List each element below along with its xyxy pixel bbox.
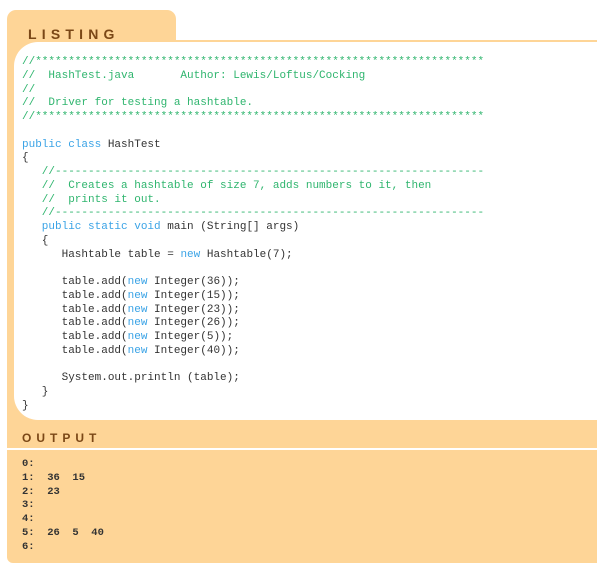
code-block: //**************************************… (14, 42, 597, 420)
code-text: table.add( (22, 289, 128, 302)
code-text: main (String[] args) (167, 221, 300, 233)
code-comment: //--------------------------------------… (22, 207, 485, 220)
output-title: OUTPUT (22, 431, 102, 445)
code-line: table.add(new Integer(15)); (22, 290, 484, 304)
code-comment: // Creates a hashtable of size 7, adds n… (22, 179, 432, 192)
code-line: //**************************************… (22, 111, 484, 125)
output-line: 2: 23 (22, 485, 60, 498)
code-text: Integer(36)); (154, 276, 240, 288)
code-text: table.add( (22, 303, 128, 316)
code-text: Integer(40)); (154, 344, 240, 357)
code-keyword: new (127, 289, 155, 302)
code-line: public class HashTest (22, 139, 484, 153)
code-keyword: new (127, 276, 155, 288)
code-comment: // HashTest.java Author: Lewis/Loftus/Co… (22, 69, 366, 82)
code-line: // (22, 84, 484, 98)
code-comment: //**************************************… (22, 111, 485, 123)
output-header: OUTPUT (7, 428, 597, 448)
code-line: //--------------------------------------… (22, 207, 484, 221)
code-text: } (22, 399, 29, 412)
code-keyword: new (180, 248, 207, 261)
code-keyword: new (127, 303, 155, 316)
code-line: table.add(new Integer(36)); (22, 276, 484, 290)
code-keyword: new (127, 344, 155, 357)
code-line: { (22, 235, 484, 249)
code-text: table.add( (22, 276, 128, 288)
code-line: table.add(new Integer(26)); (22, 317, 484, 331)
code-text: Hashtable table = (22, 248, 181, 261)
code-text: table.add( (22, 317, 128, 330)
code-line: } (22, 400, 484, 414)
output-line: 1: 36 15 (22, 471, 86, 484)
code-line: } (22, 386, 484, 400)
code-keyword: public static void (22, 221, 168, 233)
output-line: 0: (22, 458, 35, 470)
code-comment: //**************************************… (22, 56, 485, 68)
code-comment: //--------------------------------------… (22, 166, 485, 178)
code-listing: //**************************************… (22, 56, 484, 414)
code-keyword: public class (22, 138, 108, 151)
code-line: //**************************************… (22, 56, 484, 70)
code-text: { (22, 152, 29, 165)
code-line: Hashtable table = new Hashtable(7); (22, 249, 484, 263)
code-keyword: new (127, 331, 155, 343)
code-text: { (22, 234, 49, 247)
code-comment: // Driver for testing a hashtable. (22, 97, 254, 110)
code-line: // Driver for testing a hashtable. (22, 97, 484, 111)
code-text: Integer(15)); (154, 289, 240, 302)
output-line: 5: 26 5 40 (22, 526, 104, 539)
code-text: Hashtable(7); (206, 248, 293, 261)
code-line: //--------------------------------------… (22, 166, 484, 180)
code-line: // HashTest.java Author: Lewis/Loftus/Co… (22, 70, 484, 84)
output-block: 0: 1: 36 15 2: 23 3: 4: 5: 26 5 40 6: (7, 450, 597, 563)
code-text: HashTest (107, 138, 161, 151)
code-text: Integer(5)); (154, 331, 234, 343)
output-line: 3: (22, 499, 35, 512)
code-comment: // (22, 83, 36, 96)
output-line: 6: (22, 540, 35, 553)
code-text: } (22, 386, 49, 398)
code-text: System.out.println (table); (22, 372, 240, 385)
code-line: // prints it out. (22, 194, 484, 208)
code-text: Integer(23)); (154, 303, 240, 316)
code-line: table.add(new Integer(5)); (22, 331, 484, 345)
code-line: table.add(new Integer(23)); (22, 304, 484, 318)
code-comment: // prints it out. (22, 193, 161, 206)
output-listing: 0: 1: 36 15 2: 23 3: 4: 5: 26 5 40 6: (22, 458, 104, 555)
code-line: { (22, 152, 484, 166)
code-text: table.add( (22, 331, 128, 343)
code-text: table.add( (22, 344, 128, 357)
code-text: Integer(26)); (154, 317, 240, 330)
code-line: // Creates a hashtable of size 7, adds n… (22, 180, 484, 194)
code-keyword: new (127, 317, 155, 330)
code-line: table.add(new Integer(40)); (22, 345, 484, 359)
code-line: public static void main (String[] args) (22, 221, 484, 235)
code-line: System.out.println (table); (22, 372, 484, 386)
output-line: 4: (22, 513, 35, 526)
